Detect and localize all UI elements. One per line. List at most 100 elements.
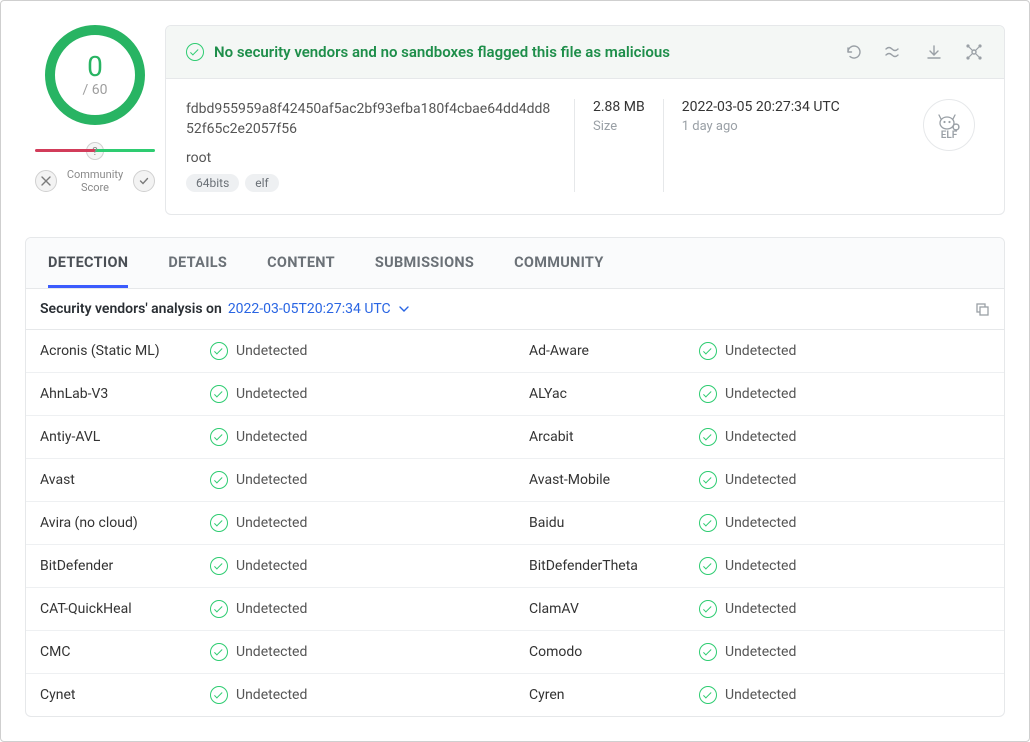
checkmark-icon: [699, 557, 717, 575]
checkmark-icon: [210, 342, 228, 360]
tab-details[interactable]: DETAILS: [168, 238, 227, 288]
copy-results-button[interactable]: [974, 301, 990, 317]
vendor-verdict: Undetected: [210, 471, 307, 489]
community-score-panel: ? CommunityScore: [35, 149, 155, 194]
vendor-verdict: Undetected: [699, 643, 796, 661]
tab-detection[interactable]: DETECTION: [48, 238, 128, 288]
similar-icon: [885, 45, 903, 59]
more-actions-button[interactable]: [964, 42, 984, 62]
vendor-name: AhnLab-V3: [40, 386, 210, 402]
reanalyze-button[interactable]: [844, 42, 864, 62]
vendor-name: BitDefender: [40, 558, 210, 574]
detection-score-ring: 0 / 60: [45, 25, 145, 125]
checkmark-icon: [699, 342, 717, 360]
tab-submissions[interactable]: SUBMISSIONS: [375, 238, 474, 288]
vendor-verdict: Undetected: [699, 686, 796, 704]
vendor-verdict: Undetected: [210, 557, 307, 575]
checkmark-icon: [699, 385, 717, 403]
analysis-heading-label: Security vendors' analysis on: [40, 301, 222, 317]
vendor-row: BitDefenderUndetectedBitDefenderThetaUnd…: [26, 545, 1004, 588]
tab-community[interactable]: COMMUNITY: [514, 238, 603, 288]
checkmark-icon: [699, 686, 717, 704]
vendor-name: Antiy-AVL: [40, 429, 210, 445]
vendor-row: CMCUndetectedComodoUndetected: [26, 631, 1004, 674]
checkmark-icon: [699, 428, 717, 446]
checkmark-icon: [699, 600, 717, 618]
file-size: 2.88 MB: [593, 99, 645, 115]
checkmark-icon: [210, 686, 228, 704]
check-icon: [139, 176, 149, 186]
elf-icon: [937, 110, 961, 132]
vendor-name: Ad-Aware: [529, 343, 699, 359]
vendor-name: ClamAV: [529, 601, 699, 617]
vendor-verdict: Undetected: [210, 686, 307, 704]
checkmark-icon: [210, 514, 228, 532]
vendor-name: Avast: [40, 472, 210, 488]
tab-content[interactable]: CONTENT: [267, 238, 335, 288]
vendor-name: CMC: [40, 644, 210, 660]
analysis-timestamp-dropdown[interactable]: [399, 306, 409, 312]
similar-search-button[interactable]: [884, 42, 904, 62]
vendor-name: Cyren: [529, 687, 699, 703]
verdict-message: No security vendors and no sandboxes fla…: [214, 43, 670, 61]
vendor-row: AhnLab-V3UndetectedALYacUndetected: [26, 373, 1004, 416]
vendor-name: Avast-Mobile: [529, 472, 699, 488]
file-size-label: Size: [593, 119, 645, 134]
checkmark-icon: [210, 428, 228, 446]
vendor-row: AvastUndetectedAvast-MobileUndetected: [26, 459, 1004, 502]
file-name: root: [186, 150, 556, 166]
last-analysis-ago: 1 day ago: [682, 119, 840, 134]
file-tag[interactable]: elf: [245, 174, 278, 192]
vendor-verdict: Undetected: [699, 514, 796, 532]
download-icon: [926, 44, 942, 60]
vendor-name: Acronis (Static ML): [40, 343, 210, 359]
vote-malicious-button[interactable]: [35, 170, 57, 192]
community-score-label: CommunityScore: [67, 168, 123, 194]
chevron-down-icon: [399, 306, 409, 312]
copy-icon: [974, 301, 990, 317]
detection-count: 0: [87, 52, 103, 83]
detection-score-panel: 0 / 60 ? CommunityScore: [25, 25, 165, 194]
vendor-name: Comodo: [529, 644, 699, 660]
vendor-verdict: Undetected: [210, 385, 307, 403]
checkmark-icon: [210, 557, 228, 575]
file-type-badge: ELF: [923, 99, 975, 151]
vendor-verdict: Undetected: [699, 428, 796, 446]
vendor-name: Baidu: [529, 515, 699, 531]
vendor-verdict: Undetected: [210, 643, 307, 661]
vendor-row: Acronis (Static ML)UndetectedAd-AwareUnd…: [26, 330, 1004, 373]
file-summary-card: No security vendors and no sandboxes fla…: [165, 25, 1005, 215]
x-icon: [41, 176, 51, 186]
vendor-verdict: Undetected: [210, 428, 307, 446]
checkmark-icon: [699, 643, 717, 661]
verdict-banner: No security vendors and no sandboxes fla…: [166, 26, 1004, 79]
analysis-timestamp-link[interactable]: 2022-03-05T20:27:34 UTC: [228, 301, 391, 317]
vendor-verdict: Undetected: [210, 600, 307, 618]
vendor-name: Arcabit: [529, 429, 699, 445]
checkmark-icon: [210, 471, 228, 489]
vendor-verdict: Undetected: [699, 600, 796, 618]
file-tag[interactable]: 64bits: [186, 174, 239, 192]
checkmark-icon: [699, 514, 717, 532]
vendor-verdict: Undetected: [699, 342, 796, 360]
vendor-row: CAT-QuickHealUndetectedClamAVUndetected: [26, 588, 1004, 631]
vendor-row: Antiy-AVLUndetectedArcabitUndetected: [26, 416, 1004, 459]
detection-total: / 60: [83, 82, 108, 98]
checkmark-icon: [210, 600, 228, 618]
download-button[interactable]: [924, 42, 944, 62]
checkmark-icon: [699, 471, 717, 489]
vendor-name: Avira (no cloud): [40, 515, 210, 531]
file-hash[interactable]: fdbd955959a8f42450af5ac2bf93efba180f4cba…: [186, 99, 556, 140]
vendor-verdict: Undetected: [699, 471, 796, 489]
checkmark-icon: [210, 643, 228, 661]
vote-harmless-button[interactable]: [133, 170, 155, 192]
vendor-row: Avira (no cloud)UndetectedBaiduUndetecte…: [26, 502, 1004, 545]
graph-icon: [965, 43, 983, 61]
vendor-name: CAT-QuickHeal: [40, 601, 210, 617]
vendor-name: BitDefenderTheta: [529, 558, 699, 574]
vendor-name: ALYac: [529, 386, 699, 402]
vendor-verdict: Undetected: [699, 385, 796, 403]
vendor-verdict: Undetected: [699, 557, 796, 575]
vendor-verdict: Undetected: [210, 514, 307, 532]
checkmark-icon: [186, 43, 204, 61]
